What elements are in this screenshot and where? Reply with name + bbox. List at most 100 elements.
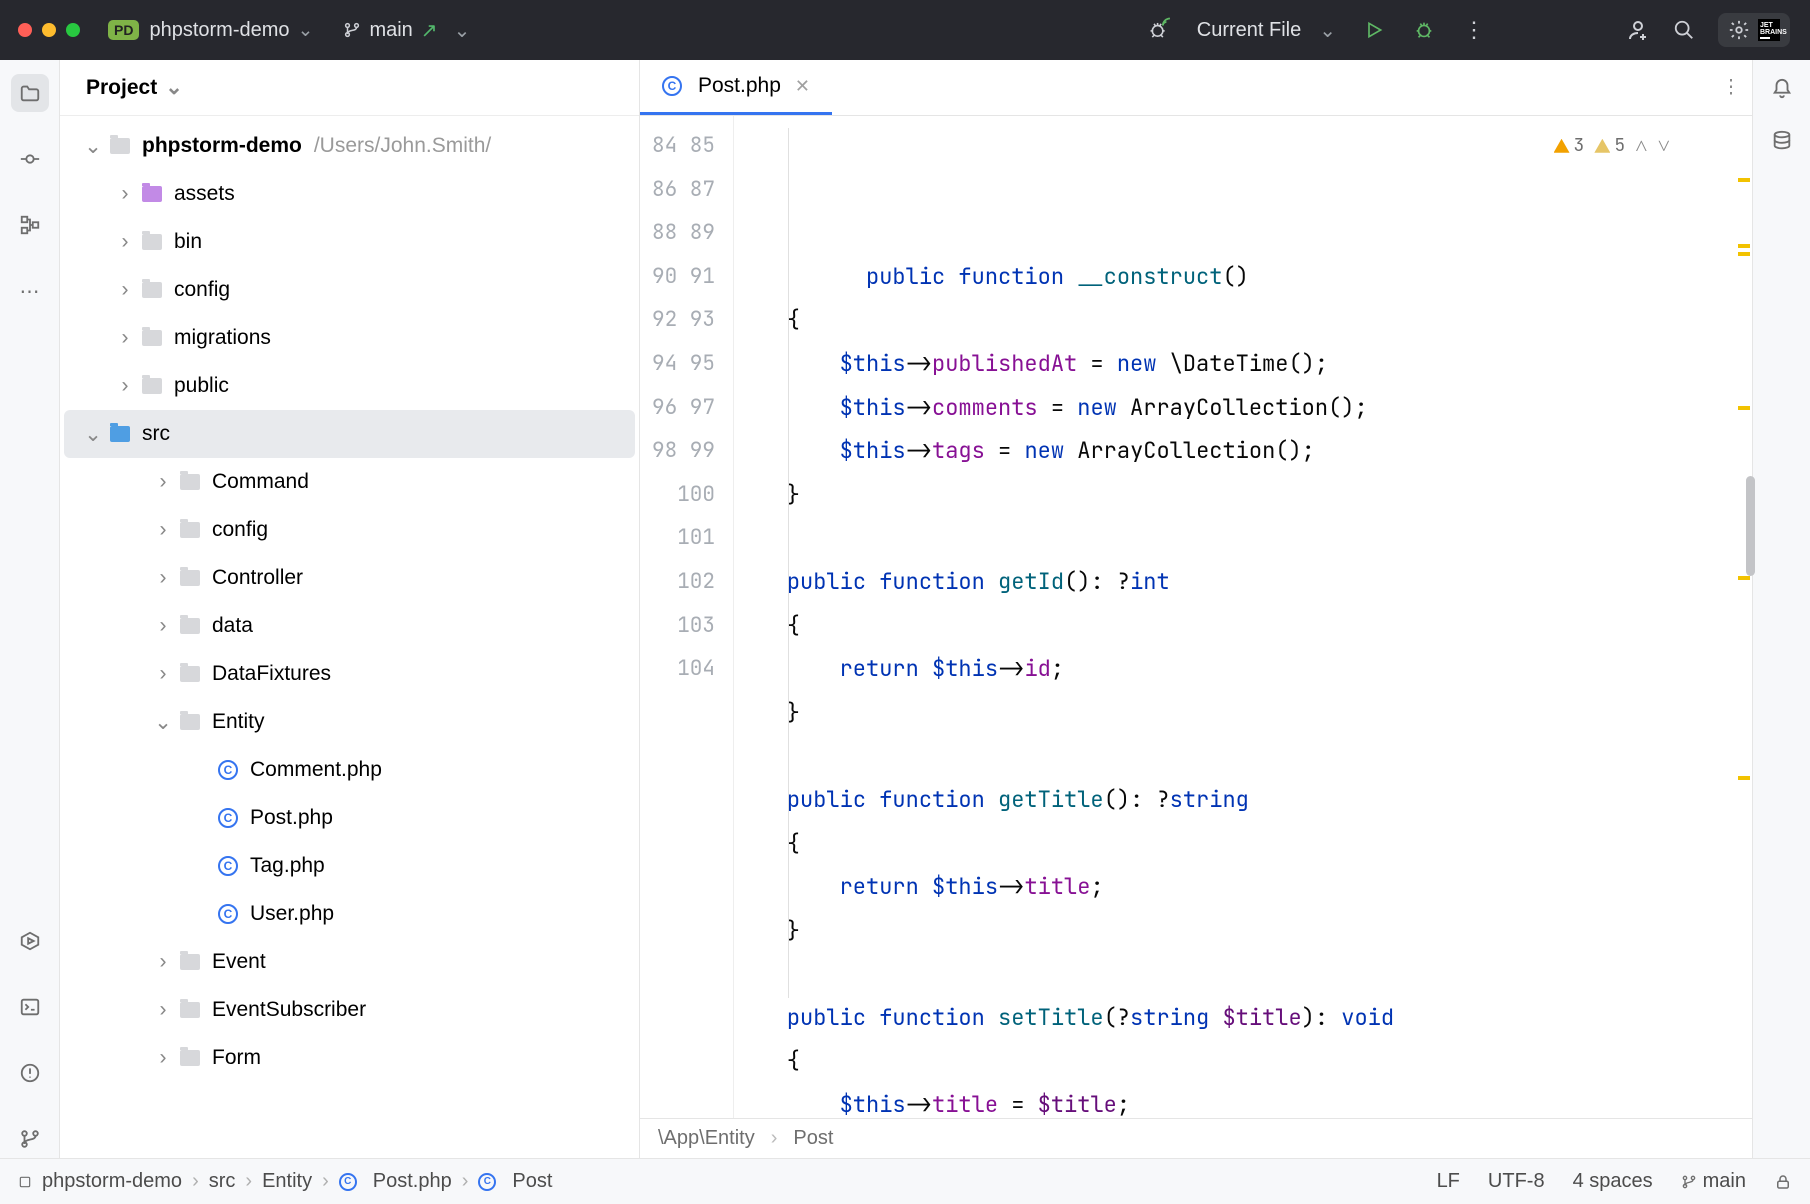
encoding-widget[interactable]: UTF-8 bbox=[1488, 1170, 1545, 1193]
chevron-right-icon[interactable]: › bbox=[152, 662, 174, 686]
breadcrumb-item[interactable]: \App\Entity bbox=[658, 1127, 755, 1150]
chevron-right-icon[interactable]: › bbox=[152, 566, 174, 590]
weak-warning-badge[interactable]: 5 bbox=[1594, 124, 1625, 168]
chevron-right-icon[interactable]: › bbox=[114, 374, 136, 398]
warning-marker[interactable] bbox=[1738, 252, 1750, 256]
chevron-right-icon[interactable]: › bbox=[114, 230, 136, 254]
maximize-window-button[interactable] bbox=[66, 23, 80, 37]
crumb-item[interactable]: src bbox=[209, 1170, 236, 1193]
git-branch-widget[interactable]: main bbox=[1681, 1170, 1746, 1193]
database-tool-button[interactable] bbox=[1771, 130, 1793, 152]
crumb-item[interactable]: phpstorm-demo bbox=[42, 1170, 182, 1193]
warning-badge[interactable]: 3 bbox=[1554, 124, 1585, 168]
vcs-tool-button[interactable] bbox=[11, 1120, 49, 1158]
crumb-item[interactable]: Post bbox=[512, 1170, 552, 1193]
tree-label: migrations bbox=[174, 326, 271, 350]
run-config-label: Current File bbox=[1197, 19, 1301, 42]
tree-file-post[interactable]: CPost.php bbox=[60, 794, 639, 842]
tree-file-comment[interactable]: CComment.php bbox=[60, 746, 639, 794]
chevron-right-icon[interactable]: › bbox=[152, 998, 174, 1022]
problems-tool-button[interactable] bbox=[11, 1054, 49, 1092]
tree-folder-form[interactable]: ›Form bbox=[60, 1034, 639, 1082]
tab-menu-button[interactable]: ⋮ bbox=[1710, 60, 1752, 115]
tree-folder-bin[interactable]: ›bin bbox=[60, 218, 639, 266]
vcs-branch-widget[interactable]: main ↗ ⌄ bbox=[343, 18, 470, 43]
next-highlight-icon[interactable]: ˅ bbox=[1658, 124, 1670, 168]
tree-file-tag[interactable]: CTag.php bbox=[60, 842, 639, 890]
indent-widget[interactable]: 4 spaces bbox=[1573, 1170, 1653, 1193]
debug-button[interactable] bbox=[1412, 18, 1436, 42]
terminal-tool-button[interactable] bbox=[11, 988, 49, 1026]
tree-folder-migrations[interactable]: › migrations bbox=[60, 314, 639, 362]
search-icon[interactable] bbox=[1672, 18, 1696, 42]
chevron-down-icon[interactable]: ⌄ bbox=[82, 134, 104, 159]
chevron-down-icon[interactable]: ⌄ bbox=[152, 710, 174, 735]
tree-file-user[interactable]: CUser.php bbox=[60, 890, 639, 938]
chevron-right-icon[interactable]: › bbox=[114, 326, 136, 350]
chevron-right-icon[interactable]: › bbox=[152, 470, 174, 494]
project-panel-header[interactable]: Project ⌄ bbox=[60, 60, 639, 116]
navigation-bar[interactable]: phpstorm-demo› src› Entity› C Post.php› … bbox=[18, 1170, 552, 1193]
structure-tool-button[interactable] bbox=[11, 206, 49, 244]
chevron-right-icon[interactable]: › bbox=[152, 950, 174, 974]
close-tab-icon[interactable]: ✕ bbox=[795, 76, 810, 97]
left-tool-strip: ⋯ bbox=[0, 60, 60, 1158]
tree-root[interactable]: ⌄ phpstorm-demo /Users/John.Smith/ bbox=[60, 122, 639, 170]
chevron-right-icon[interactable]: › bbox=[152, 1046, 174, 1070]
tree-folder-event[interactable]: ›Event bbox=[60, 938, 639, 986]
editor-gutter[interactable]: 84 85 86 87 88 89 90 91 92 93 94 95 96 9… bbox=[640, 116, 734, 1118]
crumb-item[interactable]: Post.php bbox=[373, 1170, 452, 1193]
tree-folder-config[interactable]: ›config bbox=[60, 266, 639, 314]
project-tool-button[interactable] bbox=[11, 74, 49, 112]
tree-folder-data[interactable]: ›data bbox=[60, 602, 639, 650]
project-tree[interactable]: ⌄ phpstorm-demo /Users/John.Smith/ ›asse… bbox=[60, 116, 639, 1158]
commit-tool-button[interactable] bbox=[11, 140, 49, 178]
more-tools-button[interactable]: ⋯ bbox=[11, 272, 49, 310]
warning-marker[interactable] bbox=[1738, 776, 1750, 780]
breadcrumb-item[interactable]: Post bbox=[793, 1127, 833, 1150]
close-window-button[interactable] bbox=[18, 23, 32, 37]
editor-tab-post[interactable]: C Post.php ✕ bbox=[640, 60, 832, 115]
minimize-window-button[interactable] bbox=[42, 23, 56, 37]
tree-folder-controller[interactable]: ›Controller bbox=[60, 554, 639, 602]
project-name[interactable]: phpstorm-demo bbox=[149, 19, 289, 42]
bug-services-icon[interactable] bbox=[1147, 18, 1171, 42]
run-configuration-select[interactable]: Current File ⌄ bbox=[1197, 18, 1336, 43]
error-stripe[interactable] bbox=[1736, 116, 1752, 1118]
tree-folder-public[interactable]: ›public bbox=[60, 362, 639, 410]
warning-marker[interactable] bbox=[1738, 406, 1750, 410]
tree-folder-command[interactable]: ›Command bbox=[60, 458, 639, 506]
prev-highlight-icon[interactable]: ˄ bbox=[1635, 124, 1647, 168]
tree-folder-src-config[interactable]: ›config bbox=[60, 506, 639, 554]
tree-folder-eventsubscriber[interactable]: ›EventSubscriber bbox=[60, 986, 639, 1034]
tree-folder-datafixtures[interactable]: ›DataFixtures bbox=[60, 650, 639, 698]
code-editor[interactable]: 3 5 ˄ ˅ public function __construct() { … bbox=[734, 116, 1736, 1118]
services-tool-button[interactable] bbox=[11, 922, 49, 960]
settings-button[interactable]: JETBRAINS bbox=[1718, 13, 1790, 47]
php-class-icon: C bbox=[218, 904, 238, 924]
read-only-widget[interactable] bbox=[1774, 1173, 1792, 1191]
warning-marker[interactable] bbox=[1738, 178, 1750, 182]
chevron-down-icon[interactable]: ⌄ bbox=[82, 422, 104, 447]
scrollbar-thumb[interactable] bbox=[1746, 476, 1755, 576]
tree-folder-assets[interactable]: ›assets bbox=[60, 170, 639, 218]
code-with-me-icon[interactable] bbox=[1626, 18, 1650, 42]
chevron-down-icon[interactable]: ⌄ bbox=[298, 19, 314, 42]
chevron-right-icon[interactable]: › bbox=[152, 614, 174, 638]
editor-breadcrumbs[interactable]: \App\Entity › Post bbox=[640, 1118, 1752, 1158]
tree-folder-entity[interactable]: ⌄Entity bbox=[60, 698, 639, 746]
line-separator-widget[interactable]: LF bbox=[1437, 1170, 1460, 1193]
warning-marker[interactable] bbox=[1738, 244, 1750, 248]
notifications-tool-button[interactable] bbox=[1771, 78, 1793, 100]
tree-folder-src[interactable]: ⌄src bbox=[64, 410, 635, 458]
chevron-down-icon[interactable]: ⌄ bbox=[454, 18, 471, 43]
chevron-right-icon[interactable]: › bbox=[114, 182, 136, 206]
more-actions-button[interactable]: ⋮ bbox=[1462, 18, 1486, 42]
warning-marker[interactable] bbox=[1738, 576, 1750, 580]
crumb-item[interactable]: Entity bbox=[262, 1170, 312, 1193]
titlebar: PD phpstorm-demo ⌄ main ↗ ⌄ Current File… bbox=[0, 0, 1810, 60]
inspection-indicators[interactable]: 3 5 ˄ ˅ bbox=[1548, 120, 1676, 172]
chevron-right-icon[interactable]: › bbox=[152, 518, 174, 542]
run-button[interactable] bbox=[1362, 18, 1386, 42]
chevron-right-icon[interactable]: › bbox=[114, 278, 136, 302]
